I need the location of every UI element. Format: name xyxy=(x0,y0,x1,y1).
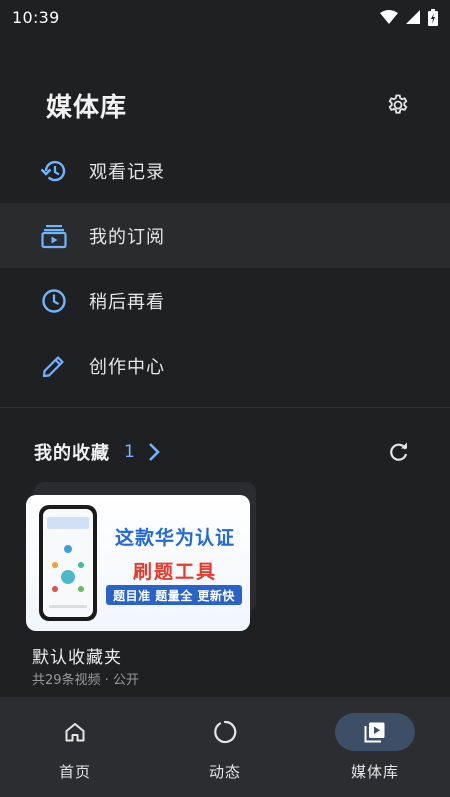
folder-meta: 共29条视频 · 公开 xyxy=(32,673,139,688)
status-time: 10:39 xyxy=(12,7,60,27)
favorites-count: 1 xyxy=(124,442,135,462)
clock-icon xyxy=(40,287,68,315)
subscriptions-icon xyxy=(40,222,68,250)
chevron-right-icon[interactable] xyxy=(147,442,161,462)
menu-item-label: 我的订阅 xyxy=(89,226,165,248)
menu-item-creator-center[interactable]: 创作中心 xyxy=(0,333,450,398)
folder-name[interactable]: 默认收藏夹 xyxy=(32,643,122,668)
favorites-header: 我的收藏 1 xyxy=(0,432,450,472)
history-icon xyxy=(40,157,68,185)
section-divider xyxy=(0,407,450,408)
gear-icon[interactable] xyxy=(386,93,410,117)
phone-screen xyxy=(43,509,93,617)
page-title: 媒体库 xyxy=(46,92,128,123)
menu-item-subscriptions[interactable]: 我的订阅 xyxy=(0,203,450,268)
menu-item-history[interactable]: 观看记录 xyxy=(0,138,450,203)
nav-pill-active xyxy=(335,713,415,751)
pencil-icon xyxy=(40,352,68,380)
thumbnail-banner: 题目准 题量全 更新快 xyxy=(106,585,242,605)
thumbnail-headline: 这款华为认证 xyxy=(114,527,235,549)
nav-pill xyxy=(185,713,265,751)
menu-item-label: 稍后再看 xyxy=(89,291,165,313)
library-menu: 观看记录 我的订阅 稍后再看 创作中心 xyxy=(0,138,450,398)
nav-item-home[interactable]: 首页 xyxy=(0,713,150,782)
menu-item-label: 创作中心 xyxy=(89,356,165,378)
library-icon xyxy=(364,722,385,743)
status-icons xyxy=(380,8,438,26)
favorites-title[interactable]: 我的收藏 xyxy=(34,439,110,465)
thumbnail-subheadline: 刷题工具 xyxy=(132,561,217,583)
nav-label: 首页 xyxy=(58,763,91,781)
nav-label: 动态 xyxy=(208,763,241,781)
menu-item-label: 观看记录 xyxy=(89,161,165,183)
folder-thumbnail[interactable]: 这款华为认证 刷题工具 题目准 题量全 更新快 xyxy=(26,495,250,631)
nav-label: 媒体库 xyxy=(350,763,399,781)
nav-item-dynamic[interactable]: 动态 xyxy=(150,713,300,782)
menu-item-watch-later[interactable]: 稍后再看 xyxy=(0,268,450,333)
phone-mockup xyxy=(39,505,97,621)
home-icon xyxy=(65,723,85,742)
wifi-icon xyxy=(380,10,398,24)
bottom-nav: 首页 动态 媒体库 xyxy=(0,697,450,797)
battery-icon xyxy=(428,8,438,26)
nav-pill xyxy=(35,713,115,751)
refresh-icon[interactable] xyxy=(388,441,410,463)
header: 媒体库 xyxy=(0,80,450,130)
signal-icon xyxy=(406,10,420,24)
dynamic-icon xyxy=(214,720,237,744)
nav-item-library[interactable]: 媒体库 xyxy=(300,713,450,782)
status-bar: 10:39 xyxy=(0,0,450,34)
